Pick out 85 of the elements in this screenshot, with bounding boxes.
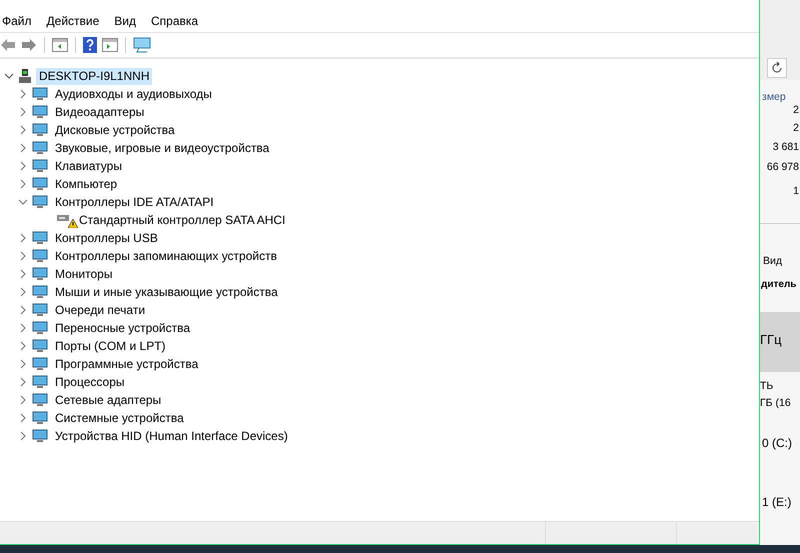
help-icon[interactable] [83,37,97,53]
device-icon [32,267,48,281]
size-value: 66 978 [766,161,799,173]
tree-item[interactable]: Процессоры [52,374,128,390]
drive-label: 1 (E:) [762,495,792,509]
chevron-icon[interactable] [4,71,14,81]
chevron-icon[interactable] [18,125,28,135]
tree-item[interactable]: Контроллеры USB [52,230,161,246]
tab[interactable]: Вид [763,255,782,267]
menu-item[interactable]: Справка [151,14,198,28]
device-icon [32,177,48,191]
device-icon [32,195,48,209]
chevron-icon[interactable] [18,251,28,261]
chevron-icon[interactable] [18,341,28,351]
device-icon [32,87,48,101]
tree-item[interactable]: Дисковые устройства [52,122,178,138]
size-value: 3 681 [772,141,799,153]
chevron-icon[interactable] [18,143,28,153]
tree-item[interactable]: Переносные устройства [52,320,194,336]
chevron-icon[interactable] [18,197,28,207]
chevron-icon[interactable] [18,269,28,279]
device-icon [32,339,48,353]
monitor-scan-icon[interactable] [133,37,151,53]
chevron-icon[interactable] [18,377,28,387]
refresh-icon[interactable] [767,58,787,78]
back-arrow-icon[interactable] [0,38,16,52]
device-icon [32,141,48,155]
menu-item[interactable]: Действие [46,14,100,28]
label-text: дитель [761,279,796,290]
chevron-icon[interactable] [18,359,28,369]
label-text: ТЬ [760,380,774,392]
tree-item[interactable]: Порты (COM и LPT) [52,338,169,354]
tree-item[interactable]: Устройства HID (Human Interface Devices) [52,428,291,444]
chevron-icon[interactable] [18,413,28,423]
device-icon [32,393,48,407]
device-icon [32,411,48,425]
device-icon [32,231,48,245]
chevron-icon[interactable] [18,431,28,441]
device-icon [32,357,48,371]
chevron-icon[interactable] [18,323,28,333]
chevron-icon[interactable] [18,107,28,117]
device-icon [32,429,48,443]
device-icon [32,285,48,299]
computer-icon [18,68,32,84]
chevron-icon[interactable] [18,161,28,171]
tree-item[interactable]: Мыши и иные указывающие устройства [52,284,281,300]
tree-item[interactable]: Контроллеры запоминающих устройств [52,248,280,264]
chevron-icon[interactable] [18,89,28,99]
device-icon [32,159,48,173]
window-pane-icon[interactable] [102,38,118,52]
tree-item[interactable]: Мониторы [52,266,116,282]
tree-item[interactable]: Программные устройства [52,356,202,372]
tree-item[interactable]: Клавиатуры [52,158,125,174]
chevron-icon[interactable] [18,179,28,189]
menu-item[interactable]: Вид [114,14,136,28]
tree-item[interactable]: Системные устройства [52,410,187,426]
menu-item[interactable]: Файл [2,14,32,28]
chevron-icon[interactable] [18,287,28,297]
memory-text: ГБ (16 [760,397,791,409]
tree-item[interactable]: Очереди печати [52,302,148,318]
tree-item[interactable]: Видеоадаптеры [52,104,148,120]
chevron-icon[interactable] [18,233,28,243]
size-value: 2 [793,122,799,134]
device-icon [32,123,48,137]
tree-item[interactable]: DESKTOP-I9L1NNH [36,68,152,84]
tree-item[interactable]: Звуковые, игровые и видеоустройства [52,140,272,156]
device-icon [32,249,48,263]
drive-label: 0 (C:) [762,436,792,450]
tree-item[interactable]: Контроллеры IDE ATA/ATAPI [52,194,217,210]
tree-item[interactable]: Сетевые адаптеры [52,392,164,408]
chevron-icon[interactable] [18,395,28,405]
tree-item[interactable]: Аудиовходы и аудиовыходы [52,86,215,102]
chevron-icon[interactable] [18,305,28,315]
device-icon [32,375,48,389]
size-value: 1 [793,185,799,197]
tree-item[interactable]: Стандартный контроллер SATA AHCI [76,212,288,228]
size-value: 2 [793,104,799,116]
column-header: змер [762,91,786,103]
console-tree-icon[interactable] [52,38,68,52]
tree-item[interactable]: Компьютер [52,176,120,192]
forward-arrow-icon[interactable] [21,38,37,52]
device-icon [32,105,48,119]
device-icon [32,321,48,335]
cpu-speed: ГГц [760,332,782,347]
device-icon [32,303,48,317]
